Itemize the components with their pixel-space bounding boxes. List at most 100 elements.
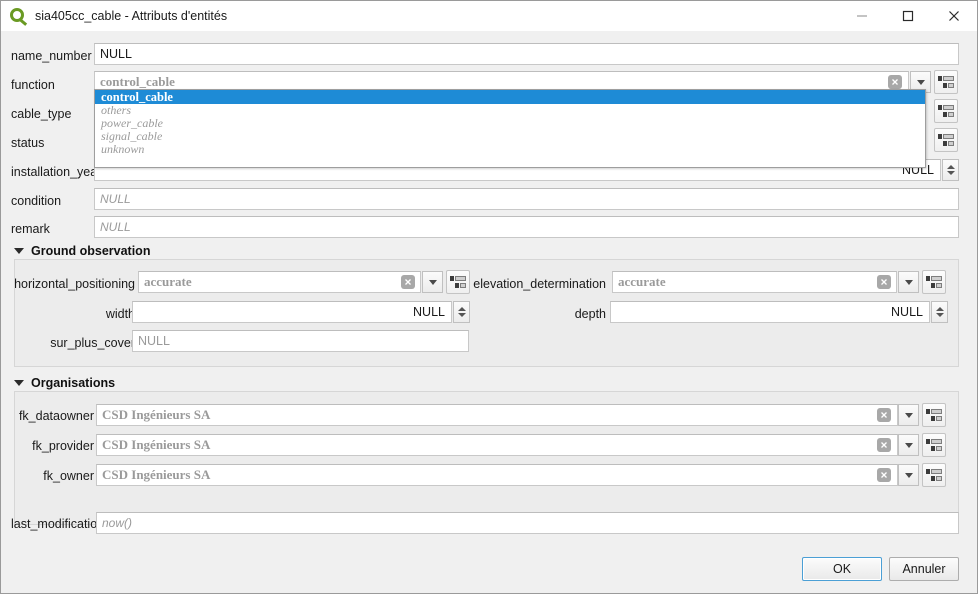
input-name-number[interactable]: NULL [94,43,959,65]
value-fk-owner: CSD Ingénieurs SA [102,467,211,482]
dropdown-horizontal-positioning-button[interactable] [422,271,443,293]
input-fk-owner[interactable]: CSD Ingénieurs SA [96,464,898,486]
combo-elevation-determination[interactable]: accurate [612,271,897,293]
open-form-icon [938,134,954,146]
clear-fk-provider-button[interactable] [877,438,891,452]
label-sur-plus-cover: sur_plus_cover [50,336,135,350]
open-form-status-button[interactable] [934,128,958,152]
row-condition: condition [11,187,91,215]
spinner-up-icon[interactable] [935,307,944,311]
form-body: name_number NULL function control_cable [1,31,977,544]
input-fk-provider[interactable]: CSD Ingénieurs SA [96,434,898,456]
function-dropdown-popup[interactable]: control_cable others power_cable signal_… [94,89,926,168]
value-function: control_cable [100,74,175,89]
spinner-up-icon[interactable] [457,307,466,311]
minimize-icon [857,15,867,17]
clear-elevation-determination-button[interactable] [877,275,891,289]
input-fk-dataowner[interactable]: CSD Ingénieurs SA [96,404,898,426]
input-last-modification[interactable]: now() [96,512,959,534]
dropdown-option-1[interactable]: others [95,103,925,117]
window-title: sia405cc_cable - Attributs d'entités [35,9,228,23]
open-form-horizontal-positioning-button[interactable] [446,270,470,294]
label-last-modification: last_modification [11,517,105,531]
open-form-icon [926,469,942,481]
open-form-fk-owner-button[interactable] [922,463,946,487]
open-form-icon [450,276,466,288]
input-remark[interactable]: NULL [94,216,959,238]
spinner-depth[interactable] [931,301,948,323]
combo-horizontal-positioning[interactable]: accurate [138,271,421,293]
label-depth: depth [574,307,606,321]
clear-value-icon [881,412,887,418]
label-remark: remark [11,222,50,236]
dropdown-fk-provider-button[interactable] [898,434,919,456]
value-remark: NULL [100,220,131,234]
spinner-width[interactable] [453,301,470,323]
open-form-icon [938,76,954,88]
chevron-down-icon [904,279,913,285]
label-horizontal-positioning: horizontal_positioning [14,277,135,291]
row-width: width [21,300,135,328]
titlebar: sia405cc_cable - Attributs d'entités [1,1,977,32]
open-form-fk-dataowner-button[interactable] [922,403,946,427]
open-form-elevation-determination-button[interactable] [922,270,946,294]
clear-function-button[interactable] [888,75,902,89]
label-fk-dataowner: fk_dataowner [18,409,94,423]
open-form-cable-type-button[interactable] [934,99,958,123]
dropdown-elevation-determination-button[interactable] [898,271,919,293]
spinner-down-icon[interactable] [935,313,944,317]
open-form-function-button[interactable] [934,70,958,94]
open-form-icon [938,105,954,117]
close-button[interactable] [931,1,977,31]
row-installation-year: installation_year [11,158,101,186]
group-header-ground-observation[interactable]: Ground observation [14,243,150,259]
row-depth: depth [471,300,606,328]
dropdown-option-3[interactable]: signal_cable [95,129,925,143]
open-form-fk-provider-button[interactable] [922,433,946,457]
value-condition: NULL [100,192,131,206]
value-fk-dataowner: CSD Ingénieurs SA [102,407,211,422]
dropdown-fk-owner-button[interactable] [898,464,919,486]
dropdown-option-4[interactable]: unknown [95,142,925,156]
spinner-down-icon[interactable] [946,171,955,175]
row-fk-owner: fk_owner [21,462,94,490]
label-elevation-determination: elevation_determination [473,277,606,291]
clear-horizontal-positioning-button[interactable] [401,275,415,289]
cancel-button[interactable]: Annuler [889,557,959,581]
triangle-down-icon[interactable] [14,380,24,386]
input-depth[interactable]: NULL [610,301,930,323]
value-elevation-determination: accurate [618,274,666,289]
group-title-ground-observation: Ground observation [31,244,151,258]
label-cable-type: cable_type [11,107,72,121]
label-fk-owner: fk_owner [43,469,94,483]
row-elevation-determination: elevation_determination [471,270,606,298]
row-horizontal-positioning: horizontal_positioning [14,270,135,298]
label-name-number: name_number [11,49,92,63]
group-header-organisations[interactable]: Organisations [14,375,115,391]
label-condition: condition [11,194,62,208]
value-name-number: NULL [100,47,132,61]
clear-value-icon [881,442,887,448]
chevron-down-icon [916,79,925,85]
triangle-down-icon[interactable] [14,248,24,254]
maximize-button[interactable] [885,1,931,31]
spinner-installation-year[interactable] [942,159,959,181]
spinner-up-icon[interactable] [946,165,955,169]
input-sur-plus-cover[interactable]: NULL [132,330,469,352]
clear-fk-dataowner-button[interactable] [877,408,891,422]
label-installation-year: installation_year [11,165,102,179]
attribute-form-dialog: sia405cc_cable - Attributs d'entités nam… [0,0,978,594]
clear-fk-owner-button[interactable] [877,468,891,482]
input-width[interactable]: NULL [132,301,452,323]
dropdown-option-2[interactable]: power_cable [95,116,925,130]
spinner-down-icon[interactable] [457,313,466,317]
minimize-button[interactable] [839,1,885,31]
input-condition[interactable]: NULL [94,188,959,210]
row-cable-type: cable_type [11,100,91,128]
ok-button[interactable]: OK [802,557,882,581]
value-horizontal-positioning: accurate [144,274,192,289]
value-depth: NULL [891,305,923,319]
dropdown-fk-dataowner-button[interactable] [898,404,919,426]
dropdown-option-0[interactable]: control_cable [95,90,925,104]
row-fk-provider: fk_provider [21,432,94,460]
